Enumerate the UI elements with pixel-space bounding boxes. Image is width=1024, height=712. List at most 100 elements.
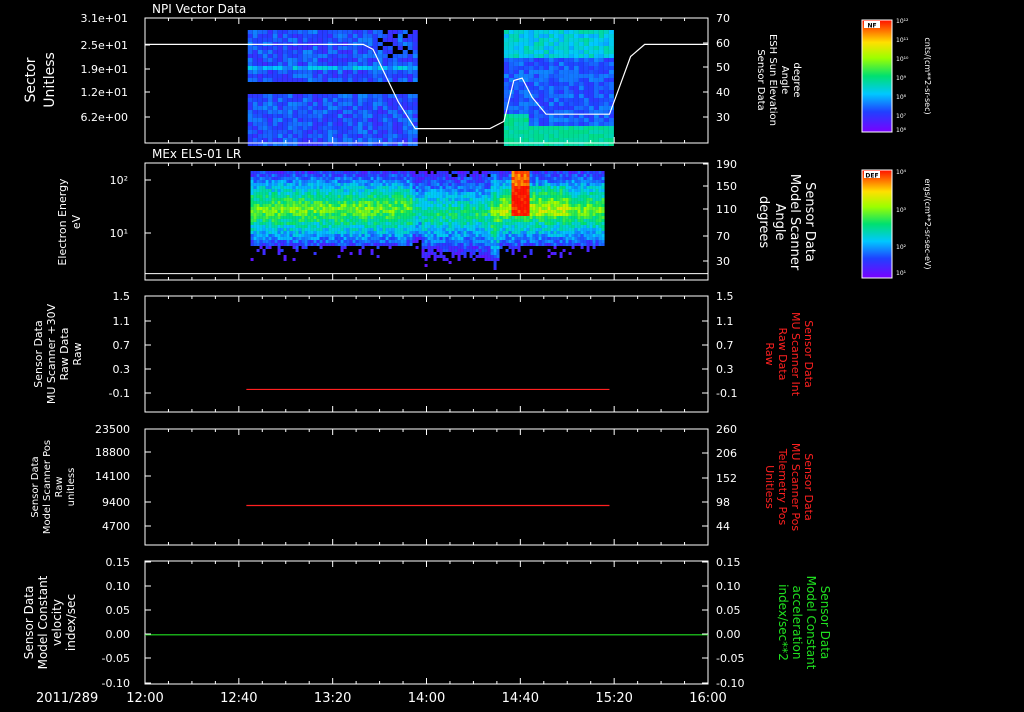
heatmap-cell [609,86,614,90]
heatmap-cell [348,98,353,102]
heatmap-cell [476,207,479,210]
heatmap-cell [326,201,329,204]
heatmap-cell [356,240,359,243]
heatmap-cell [344,183,347,186]
heatmap-cell [283,138,288,142]
heatmap-cell [398,58,403,62]
heatmap-cell [296,198,299,201]
heatmap-cell [458,204,461,207]
heatmap-cell [260,189,263,192]
heatmap-cell [446,210,449,213]
heatmap-cell [263,243,266,246]
heatmap-cell [506,237,509,240]
heatmap-cell [578,177,581,180]
heatmap-cell [589,62,594,66]
heatmap-cell [374,174,377,177]
heatmap-cell [371,225,374,228]
heatmap-cell [557,171,560,174]
heatmap-cell [476,213,479,216]
heatmap-cell [383,174,386,177]
heatmap-cell [491,222,494,225]
heatmap-cell [476,192,479,195]
heatmap-cell [293,192,296,195]
heatmap-cell [581,183,584,186]
heatmap-cell [303,98,308,102]
right-y-axis-label-line: Sensor Data [802,320,815,387]
heatmap-cell [314,216,317,219]
heatmap-cell [596,222,599,225]
heatmap-cell [589,126,594,130]
heatmap-cell [273,106,278,110]
heatmap-cell [604,102,609,106]
heatmap-cell [395,198,398,201]
heatmap-cell [536,231,539,234]
right-y-tick-label: 1.5 [716,290,734,303]
heatmap-cell [458,177,461,180]
heatmap-cell [407,174,410,177]
heatmap-cell [281,174,284,177]
heatmap-cell [403,38,408,42]
heatmap-cell [425,228,428,231]
heatmap-cell [530,201,533,204]
heatmap-cell [549,34,554,38]
heatmap-cell [434,183,437,186]
heatmap-cell [323,180,326,183]
heatmap-cell [594,122,599,126]
heatmap-cell [272,210,275,213]
heatmap-cell [431,174,434,177]
heatmap-cell [503,216,506,219]
heatmap-cell [302,234,305,237]
heatmap-cell [288,114,293,118]
heatmap-cell [311,210,314,213]
heatmap-cell [566,177,569,180]
heatmap-cell [362,207,365,210]
heatmap-cell [284,198,287,201]
heatmap-cell [398,231,401,234]
heatmap-cell [584,118,589,122]
heatmap-cell [383,198,386,201]
heatmap-cell [529,122,534,126]
heatmap-cell [549,102,554,106]
heatmap-cell [509,189,512,192]
heatmap-cell [311,207,314,210]
heatmap-cell [428,174,431,177]
heatmap-cell [298,134,303,138]
heatmap-cell [554,174,557,177]
heatmap-cell [544,106,549,110]
heatmap-cell [308,66,313,70]
heatmap-cell [287,180,290,183]
heatmap-cell [383,110,388,114]
heatmap-cell [494,183,497,186]
heatmap-cell [260,180,263,183]
heatmap-cell [551,243,554,246]
heatmap-cell [416,210,419,213]
heatmap-cell [308,225,311,228]
heatmap-cell [260,231,263,234]
heatmap-cell [509,134,514,138]
heatmap-cell [254,216,257,219]
heatmap-cell [548,195,551,198]
heatmap-cell [589,30,594,34]
heatmap-cell [305,189,308,192]
heatmap-cell [323,183,326,186]
heatmap-cell [299,189,302,192]
heatmap-cell [590,198,593,201]
heatmap-cell [398,94,403,98]
right-y-tick-label: 50 [716,61,730,74]
heatmap-cell [269,177,272,180]
heatmap-cell [548,237,551,240]
heatmap-cell [579,70,584,74]
heatmap-cell [569,201,572,204]
heatmap-cell [413,219,416,222]
heatmap-cell [527,243,530,246]
heatmap-cell [293,228,296,231]
heatmap-cell [268,38,273,42]
heatmap-cell [408,38,413,42]
heatmap-cell [434,174,437,177]
heatmap-cell [293,171,296,174]
heatmap-cell [431,192,434,195]
heatmap-cell [314,201,317,204]
heatmap-cell [413,130,418,134]
heatmap-cell [446,183,449,186]
y-axis-label-line: Unitless [42,52,58,108]
